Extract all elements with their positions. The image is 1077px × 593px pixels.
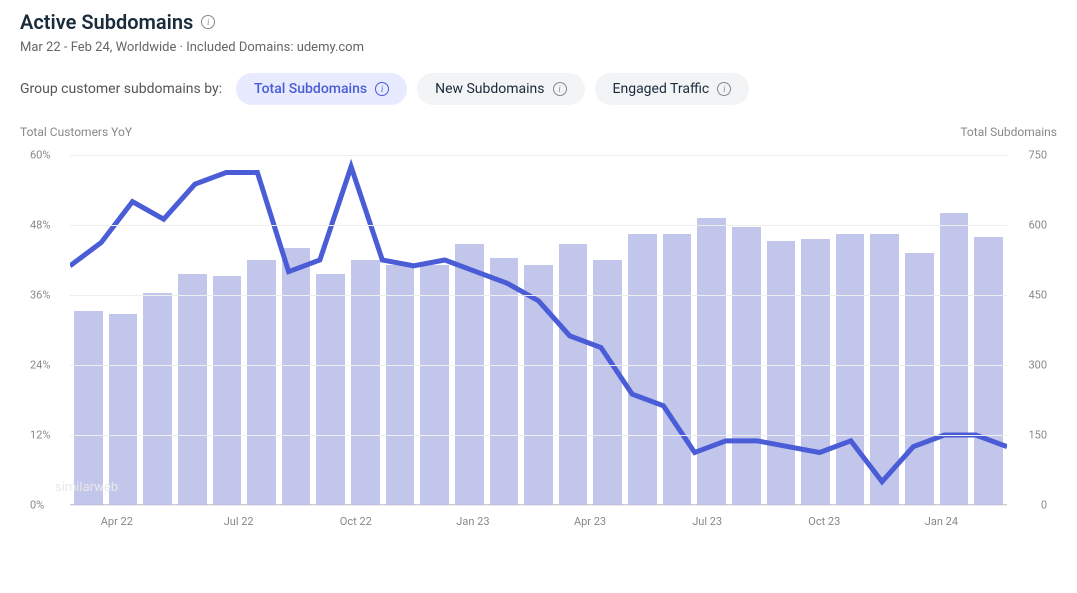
y-tick-right: 600 (1028, 219, 1047, 232)
bar (178, 274, 207, 505)
tab-new-subdomains[interactable]: New Subdomainsi (417, 73, 584, 105)
info-icon[interactable]: i (553, 82, 567, 96)
info-icon[interactable]: i (717, 82, 731, 96)
y-axis-right-title: Total Subdomains (960, 125, 1057, 139)
x-tick: Jul 22 (224, 515, 254, 528)
bar (974, 237, 1003, 505)
bar (940, 213, 969, 505)
bar (697, 218, 726, 505)
chart: Total Customers YoY Total Subdomains 60%… (20, 125, 1057, 545)
bar (143, 293, 172, 505)
bar (767, 241, 796, 505)
x-tick: Jan 24 (925, 515, 958, 528)
bar (213, 276, 242, 505)
y-tick-left: 12% (30, 429, 50, 442)
y-axis-left-title: Total Customers YoY (20, 125, 132, 139)
bar (559, 244, 588, 505)
bar (732, 227, 761, 505)
tab-engaged-traffic[interactable]: Engaged Traffici (595, 73, 750, 105)
x-tick: Apr 23 (574, 515, 606, 528)
info-icon[interactable]: i (375, 82, 389, 96)
tab-bar-label: Group customer subdomains by: (20, 81, 222, 97)
info-icon[interactable]: i (201, 15, 215, 29)
bar (109, 314, 138, 505)
y-tick-left: 60% (30, 149, 50, 162)
y-tick-left: 0% (30, 499, 44, 512)
x-tick: Oct 22 (340, 515, 372, 528)
bar (905, 253, 934, 505)
y-tick-right: 450 (1028, 289, 1047, 302)
bar (836, 234, 865, 505)
bar (593, 260, 622, 505)
header: Active Subdomains i Mar 22 - Feb 24, Wor… (20, 10, 1057, 55)
y-tick-left: 36% (30, 289, 50, 302)
bar (351, 260, 380, 505)
bar (524, 265, 553, 505)
bar (74, 311, 103, 505)
y-tick-right: 750 (1028, 149, 1047, 162)
y-tick-right: 0 (1041, 499, 1047, 512)
bar (247, 260, 276, 505)
bar (663, 234, 692, 505)
tab-total-subdomains[interactable]: Total Subdomainsi (236, 73, 407, 105)
y-tick-right: 300 (1028, 359, 1047, 372)
bar (628, 234, 657, 505)
y-tick-left: 48% (30, 219, 50, 232)
x-tick: Jan 23 (456, 515, 489, 528)
bar (455, 244, 484, 505)
x-tick: Apr 22 (101, 515, 133, 528)
bar (420, 265, 449, 505)
y-tick-right: 150 (1028, 429, 1047, 442)
bar (386, 265, 415, 505)
tab-bar: Group customer subdomains by: Total Subd… (20, 73, 1057, 105)
bar (801, 239, 830, 505)
subtitle: Mar 22 - Feb 24, Worldwide · Included Do… (20, 40, 1057, 55)
x-tick: Jul 23 (692, 515, 722, 528)
bar (870, 234, 899, 505)
plot-area: 60%75048%60036%45024%30012%1500%0 (70, 155, 1007, 505)
bar (316, 274, 345, 505)
bar (282, 248, 311, 505)
page-title: Active Subdomains (20, 10, 193, 34)
y-tick-left: 24% (30, 359, 50, 372)
x-tick: Oct 23 (808, 515, 840, 528)
